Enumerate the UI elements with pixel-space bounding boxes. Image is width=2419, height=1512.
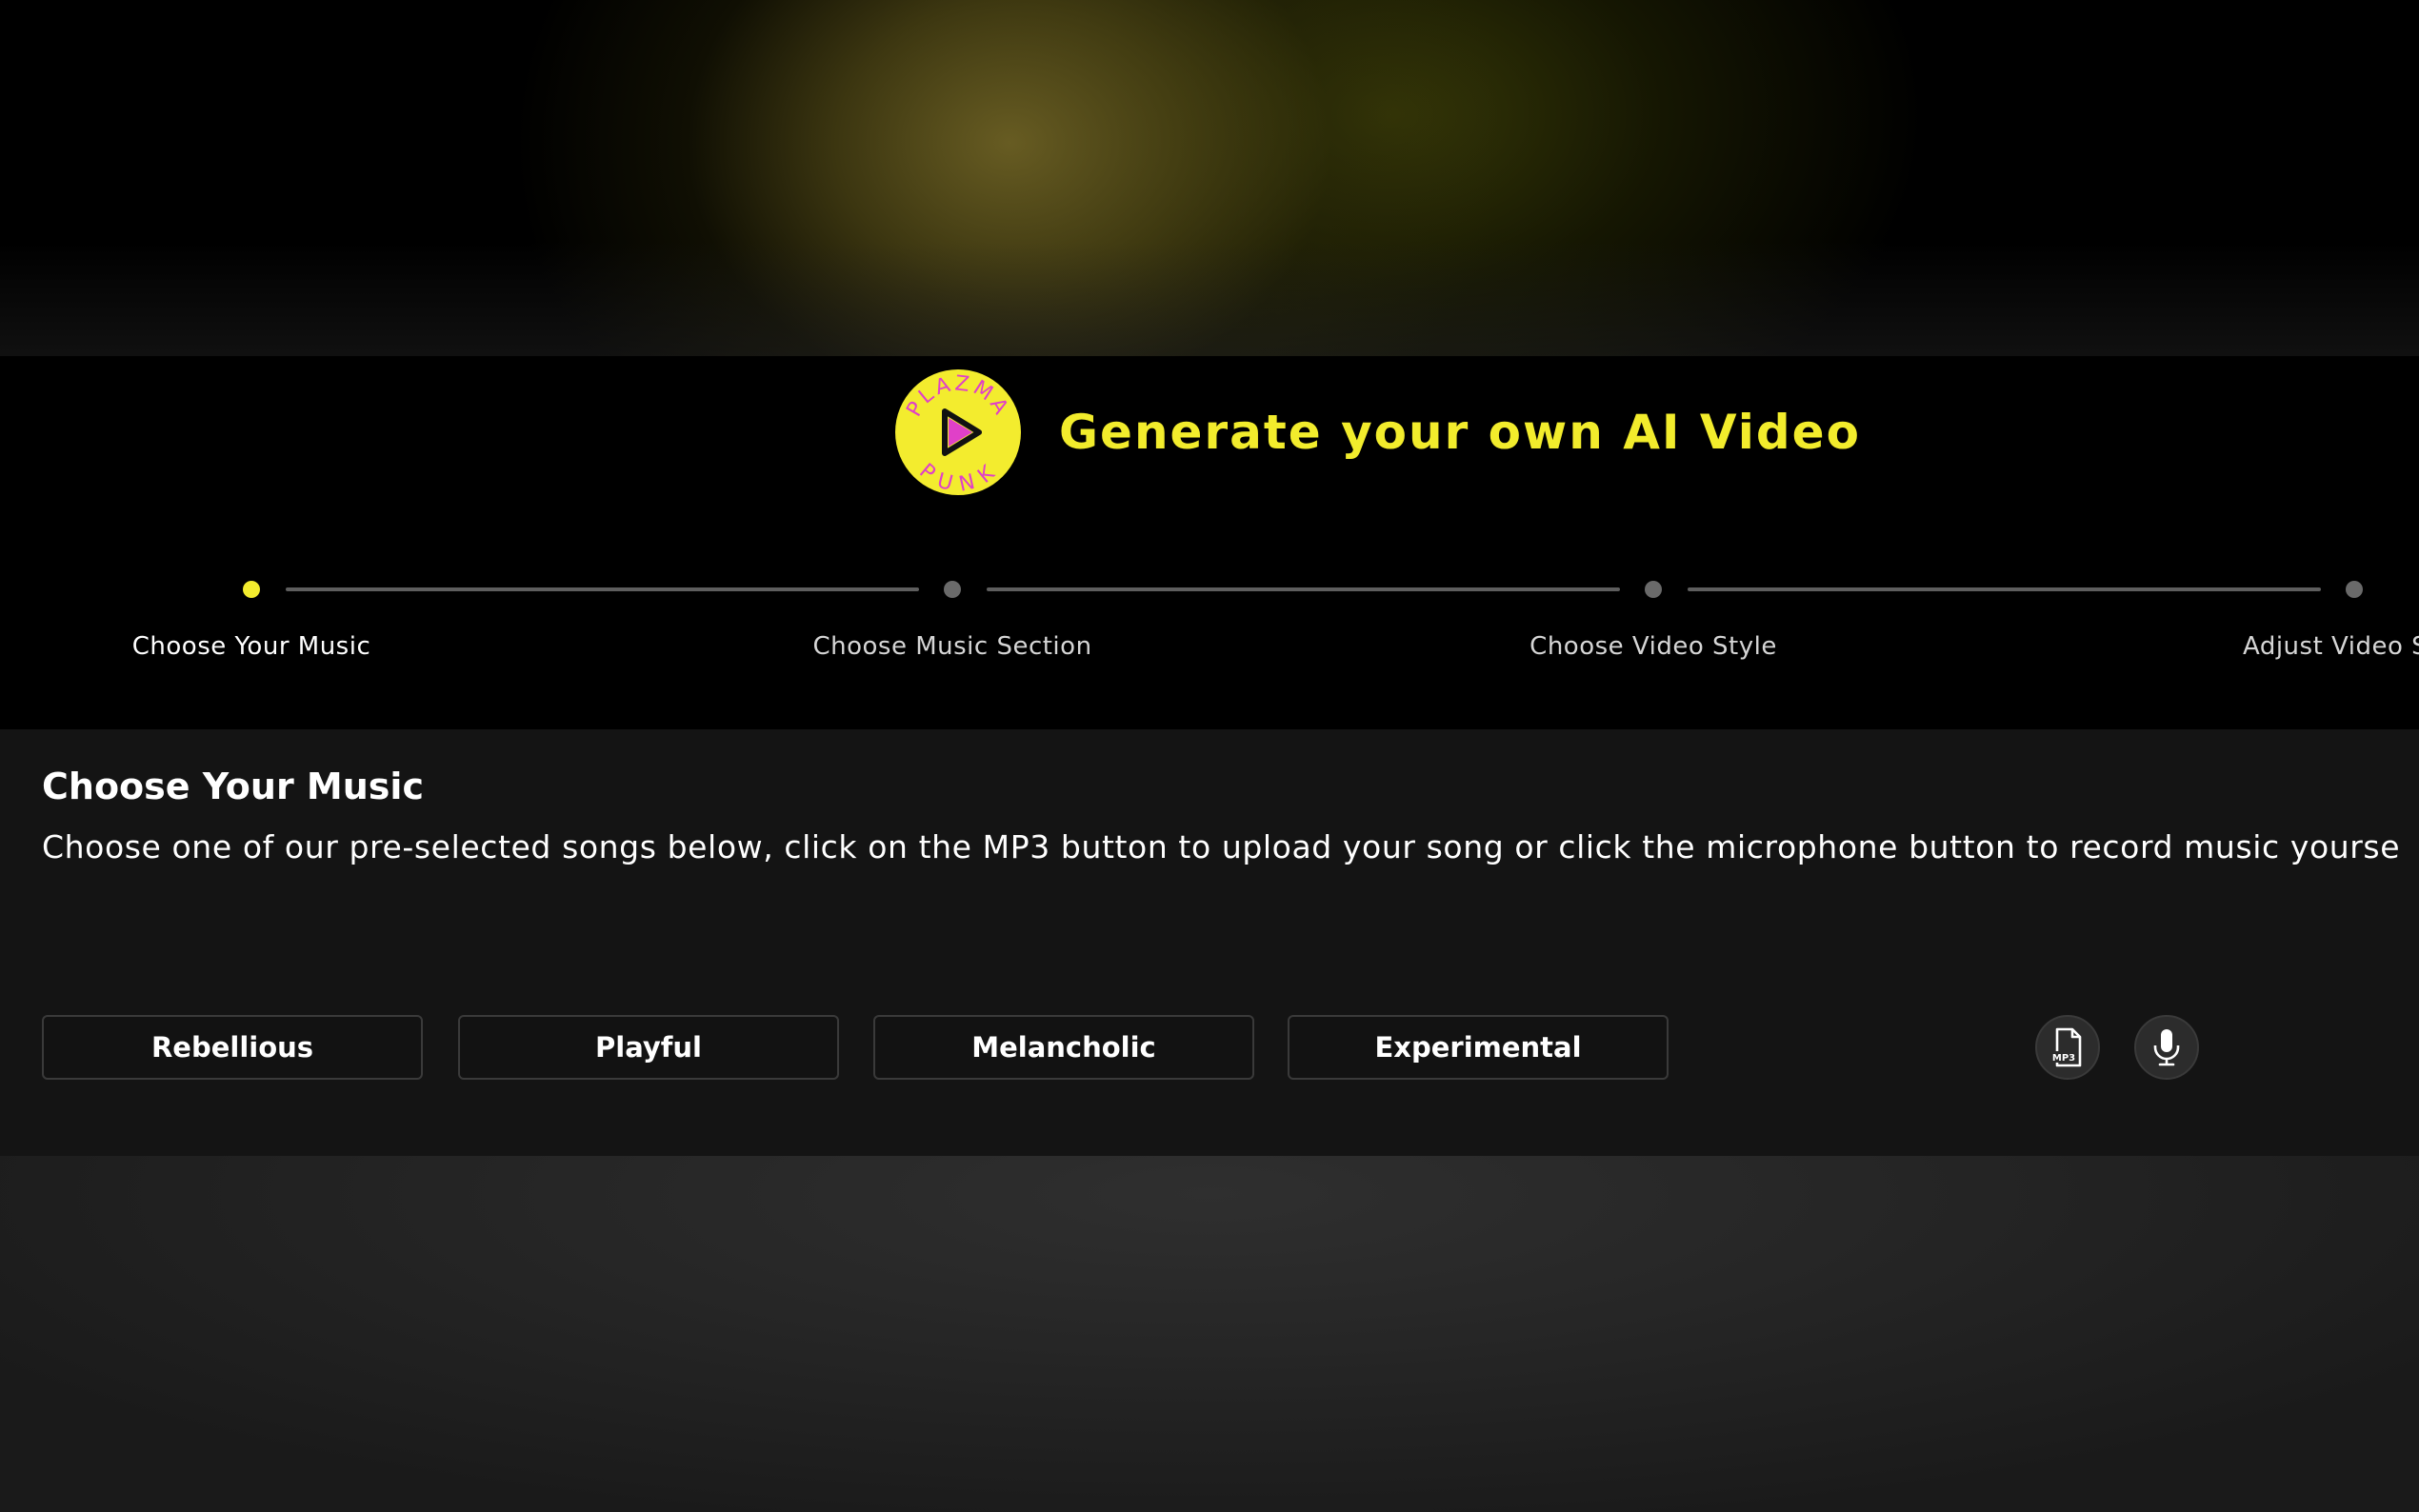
mood-button-rebellious[interactable]: Rebellious xyxy=(42,1015,423,1080)
step-label-choose-your-music[interactable]: Choose Your Music xyxy=(132,632,371,661)
page: PLAZMA PUNK Generate your own AI Video C… xyxy=(0,0,2419,1512)
step-label-choose-music-section[interactable]: Choose Music Section xyxy=(812,632,1091,661)
step-connector xyxy=(987,587,1620,591)
header: PLAZMA PUNK Generate your own AI Video xyxy=(0,356,2419,729)
record-microphone-button[interactable] xyxy=(2134,1015,2199,1080)
mood-button-playful[interactable]: Playful xyxy=(458,1015,839,1080)
step-dot-choose-music-section[interactable] xyxy=(944,581,961,598)
hero-background xyxy=(0,0,2419,356)
step-connector xyxy=(286,587,919,591)
upload-mp3-button[interactable]: MP3 xyxy=(2035,1015,2100,1080)
step-dot-adjust-video[interactable] xyxy=(2346,581,2363,598)
page-title: Generate your own AI Video xyxy=(1059,405,1861,460)
section-description: Choose one of our pre-selected songs bel… xyxy=(42,828,2401,865)
brand: PLAZMA PUNK Generate your own AI Video xyxy=(895,369,1861,495)
mood-button-melancholic[interactable]: Melancholic xyxy=(873,1015,1254,1080)
plazma-punk-logo[interactable]: PLAZMA PUNK xyxy=(895,369,1021,495)
step-dot-choose-video-style[interactable] xyxy=(1645,581,1662,598)
microphone-icon xyxy=(2153,1029,2180,1066)
step-label-choose-video-style[interactable]: Choose Video Style xyxy=(1529,632,1777,661)
mood-button-experimental[interactable]: Experimental xyxy=(1288,1015,1669,1080)
mp3-file-icon: MP3 xyxy=(2051,1027,2082,1067)
footer-background xyxy=(0,1156,2419,1512)
step-dot-choose-your-music[interactable] xyxy=(243,581,260,598)
section-title: Choose Your Music xyxy=(42,766,424,807)
music-panel: Choose Your Music Choose one of our pre-… xyxy=(0,729,2419,1156)
step-connector xyxy=(1688,587,2321,591)
logo-graphic: PLAZMA PUNK xyxy=(899,371,1017,495)
step-label-adjust-video[interactable]: Adjust Video S xyxy=(2243,632,2419,661)
mp3-icon-text: MP3 xyxy=(2052,1053,2075,1064)
